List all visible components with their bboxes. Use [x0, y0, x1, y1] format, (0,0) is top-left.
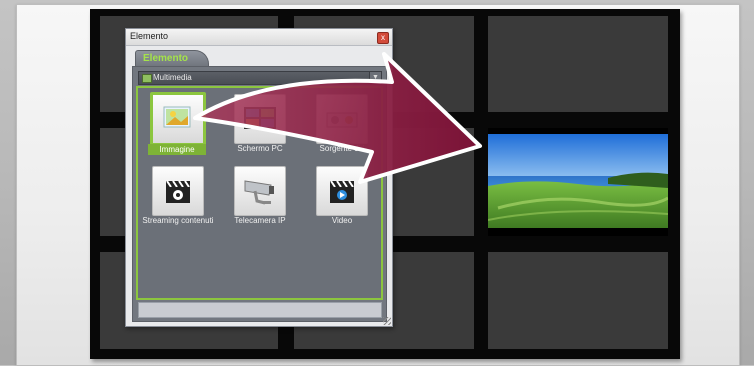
- tab-panel: Multimedia ▼ Immagine Schermo PC Sorgent…: [132, 66, 387, 322]
- dialog-title: Elemento: [130, 31, 169, 41]
- element-dialog: Elemento x Elemento Multimedia ▼ Immagin…: [125, 28, 393, 327]
- element-label: Schermo PC: [237, 144, 283, 153]
- element-label: Telecamera IP: [234, 216, 286, 225]
- dialog-titlebar[interactable]: Elemento x: [126, 29, 392, 46]
- element-label: Sorgente di i: [319, 144, 365, 153]
- element-item-immagine[interactable]: Immagine: [138, 92, 218, 160]
- security-camera-icon: [234, 166, 286, 216]
- element-item-sorgente[interactable]: Sorgente di i: [302, 94, 382, 160]
- pc-screen-icon: [234, 94, 286, 144]
- category-value: Multimedia: [153, 73, 192, 82]
- film-clapper-icon: [152, 166, 204, 216]
- element-item-streaming[interactable]: Streaming contenuti: [138, 166, 218, 232]
- element-item-schermo-pc[interactable]: Schermo PC: [220, 94, 300, 160]
- folder-icon: [142, 74, 152, 83]
- background: Elemento x Elemento Multimedia ▼ Immagin…: [0, 0, 754, 366]
- landscape-photo: [488, 128, 668, 236]
- source-icon: [316, 94, 368, 144]
- wall-cell[interactable]: [488, 252, 668, 349]
- chevron-down-icon[interactable]: ▼: [369, 72, 381, 84]
- element-label: Video: [331, 216, 353, 225]
- element-label: Immagine: [148, 144, 206, 155]
- wall-cell[interactable]: [488, 16, 668, 112]
- wall-cell-image[interactable]: [488, 128, 668, 236]
- tab-elemento[interactable]: Elemento: [135, 50, 209, 67]
- resize-grip-icon[interactable]: [383, 317, 391, 325]
- close-icon[interactable]: x: [377, 32, 389, 44]
- tab-label: Elemento: [143, 53, 189, 64]
- image-icon: [150, 92, 206, 146]
- element-label: Streaming contenuti: [142, 216, 214, 225]
- element-grid: Immagine Schermo PC Sorgente di i Stream…: [136, 86, 383, 300]
- element-item-video[interactable]: Video: [302, 166, 382, 232]
- dialog-footer: [138, 302, 382, 318]
- element-item-telecamera[interactable]: Telecamera IP: [220, 166, 300, 232]
- category-select[interactable]: Multimedia ▼: [138, 71, 382, 85]
- video-clapper-icon: [316, 166, 368, 216]
